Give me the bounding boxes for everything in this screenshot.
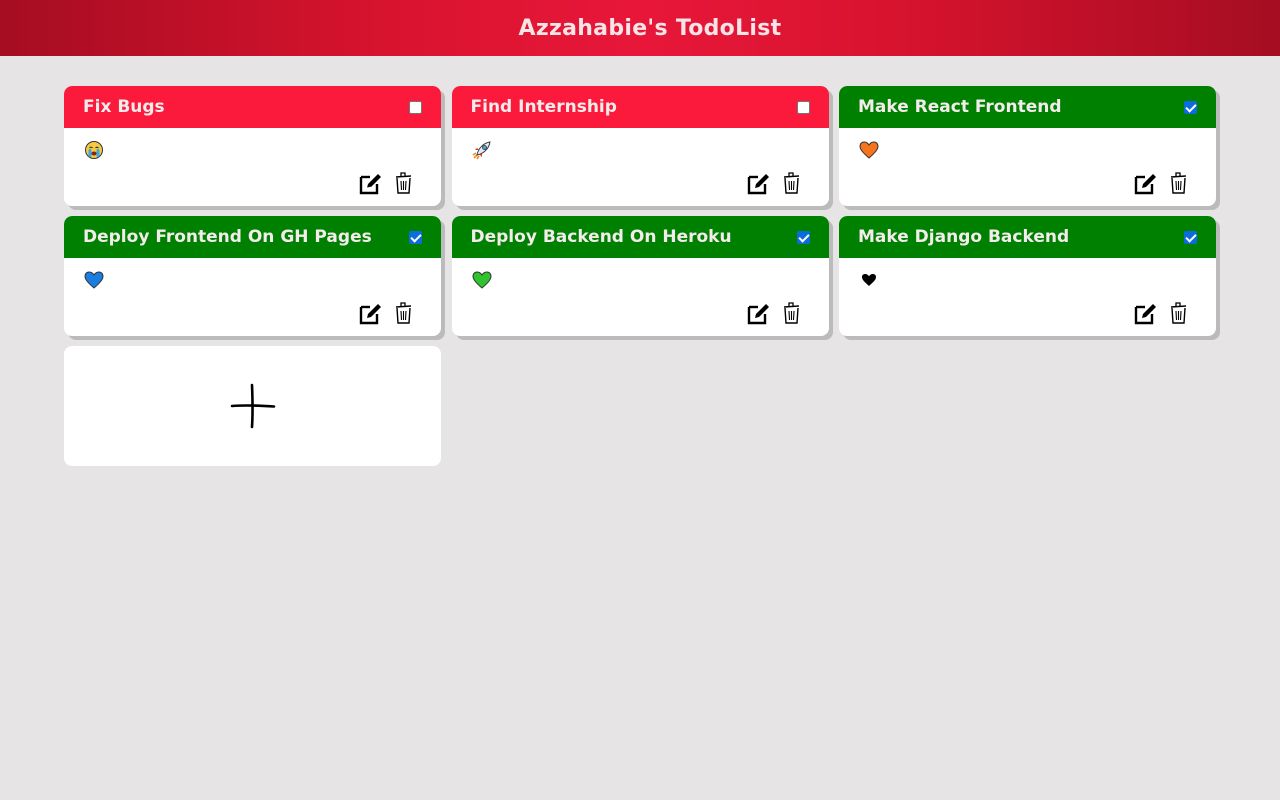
- todo-actions: [358, 171, 416, 195]
- green-heart-icon: [471, 271, 492, 289]
- edit-icon[interactable]: [1133, 171, 1157, 195]
- trash-icon[interactable]: [780, 301, 804, 325]
- page-title: Azzahabie's TodoList: [518, 15, 782, 41]
- todo-complete-checkbox[interactable]: [409, 100, 422, 114]
- todo-actions: [746, 301, 804, 325]
- todo-card: Deploy Backend On Heroku: [451, 216, 829, 336]
- todo-title: Fix Bugs: [83, 97, 165, 117]
- todo-card: Fix Bugs: [64, 86, 441, 206]
- todo-title: Find Internship: [470, 97, 617, 117]
- blue-heart-icon: [84, 271, 104, 289]
- edit-icon[interactable]: [746, 171, 770, 195]
- plus-icon: [230, 383, 275, 429]
- todo-card-header: Find Internship: [451, 86, 829, 128]
- todo-title: Make Django Backend: [858, 227, 1070, 247]
- todo-actions: [358, 301, 416, 325]
- todo-complete-checkbox[interactable]: [796, 100, 810, 114]
- todo-card-header: Deploy Frontend On GH Pages: [64, 216, 441, 258]
- todo-card: Make React Frontend: [839, 86, 1216, 206]
- edit-icon[interactable]: [358, 301, 382, 325]
- trash-icon[interactable]: [1167, 301, 1191, 325]
- black-heart-icon: [862, 274, 876, 286]
- todo-title: Deploy Frontend On GH Pages: [83, 227, 372, 247]
- todo-card: Find Internship: [451, 86, 829, 206]
- todo-complete-checkbox[interactable]: [796, 230, 810, 244]
- todo-card-header: Make Django Backend: [839, 216, 1216, 258]
- todo-complete-checkbox[interactable]: [409, 230, 422, 244]
- edit-icon[interactable]: [1133, 301, 1157, 325]
- todo-grid: Fix Bugs Find Internship Make React Fron…: [64, 86, 1216, 466]
- todo-card-header: Fix Bugs: [64, 86, 441, 128]
- todo-title: Deploy Backend On Heroku: [470, 227, 732, 247]
- todo-complete-checkbox[interactable]: [1184, 230, 1197, 244]
- rocket-icon: [472, 141, 491, 160]
- todo-complete-checkbox[interactable]: [1184, 100, 1197, 114]
- trash-icon[interactable]: [392, 301, 416, 325]
- todo-card: Make Django Backend: [839, 216, 1216, 336]
- todo-actions: [1133, 301, 1191, 325]
- todo-card-header: Make React Frontend: [839, 86, 1216, 128]
- trash-icon[interactable]: [392, 171, 416, 195]
- todo-actions: [746, 171, 804, 195]
- trash-icon[interactable]: [780, 171, 804, 195]
- edit-icon[interactable]: [358, 171, 382, 195]
- crying-face-icon: [85, 141, 103, 159]
- add-todo-button[interactable]: [64, 346, 441, 466]
- app-header: Azzahabie's TodoList: [0, 0, 1280, 56]
- todo-card: Deploy Frontend On GH Pages: [64, 216, 441, 336]
- todo-card-header: Deploy Backend On Heroku: [451, 216, 829, 258]
- todo-actions: [1133, 171, 1191, 195]
- orange-heart-icon: [859, 141, 879, 159]
- trash-icon[interactable]: [1167, 171, 1191, 195]
- todo-title: Make React Frontend: [858, 97, 1062, 117]
- edit-icon[interactable]: [746, 301, 770, 325]
